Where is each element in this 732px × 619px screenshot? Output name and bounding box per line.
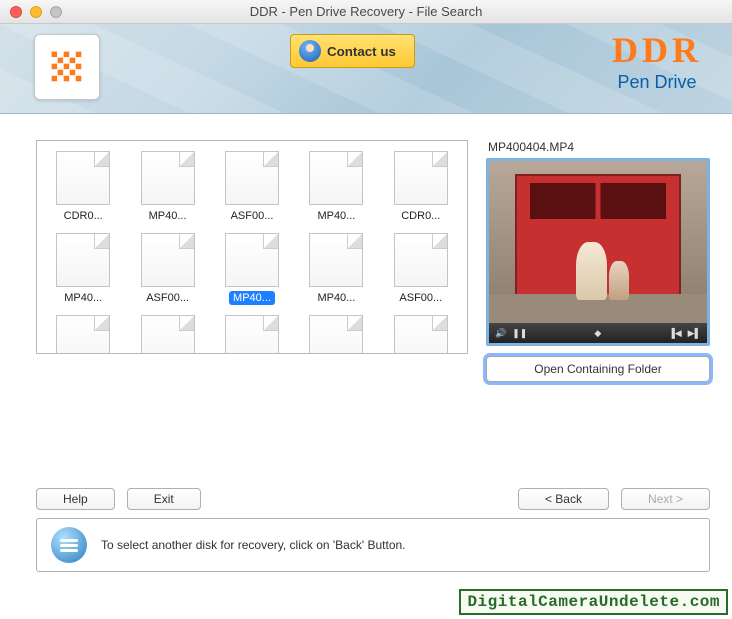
file-label: CDR0... [397, 209, 444, 223]
file-label: ASF00... [142, 291, 193, 305]
file-icon [141, 315, 195, 354]
window-title: DDR - Pen Drive Recovery - File Search [0, 4, 732, 19]
file-results-panel[interactable]: CDR0... MP40... ASF00... MP40... CDR0... MP40… [36, 140, 468, 354]
file-item[interactable]: MP40... [45, 233, 121, 305]
file-label: ASF00... [227, 209, 278, 223]
file-icon [309, 233, 363, 287]
info-panel: To select another disk for recovery, cli… [36, 518, 710, 572]
brand-title: DDR [612, 32, 702, 68]
back-button[interactable]: < Back [518, 488, 609, 510]
video-controls[interactable]: 🔊 ❚❚ ◆ ▐◀ ▶▌ [489, 323, 707, 343]
brand-subtitle: Pen Drive [612, 72, 702, 93]
preview-panel: MP400404.MP4 🔊 ❚❚ ◆ ▐◀ ▶▌ Open Containing … [486, 140, 710, 382]
file-item[interactable]: CDR0... [383, 151, 459, 223]
titlebar: DDR - Pen Drive Recovery - File Search [0, 0, 732, 24]
file-item[interactable]: MP40... [298, 233, 374, 305]
scrubber-icon[interactable]: ◆ [594, 328, 601, 339]
file-icon [309, 315, 363, 354]
preview-filename: MP400404.MP4 [486, 140, 710, 154]
info-text: To select another disk for recovery, cli… [101, 538, 406, 552]
file-item[interactable]: CDR0... [45, 151, 121, 223]
file-icon [141, 233, 195, 287]
file-item[interactable]: MP40... [298, 151, 374, 223]
file-label: MP40... [60, 291, 106, 305]
volume-icon[interactable]: 🔊 [495, 328, 506, 339]
file-icon [56, 233, 110, 287]
file-icon [225, 151, 279, 205]
file-label: MP40... [313, 209, 359, 223]
file-label: MP40... [145, 209, 191, 223]
file-label: MP40... [229, 291, 275, 305]
pause-icon[interactable]: ❚❚ [512, 328, 527, 339]
file-item[interactable] [129, 315, 205, 354]
open-containing-folder-button[interactable]: Open Containing Folder [486, 356, 710, 382]
file-item[interactable]: ASF00... [383, 233, 459, 305]
contact-us-button[interactable]: Contact us [290, 34, 415, 68]
file-label: CDR0... [60, 209, 107, 223]
file-icon [141, 151, 195, 205]
file-item[interactable]: MP40... [214, 233, 290, 305]
file-icon [394, 315, 448, 354]
prev-icon[interactable]: ▐◀ [668, 328, 681, 339]
exit-button[interactable]: Exit [127, 488, 201, 510]
contact-label: Contact us [327, 44, 396, 59]
person-icon [299, 40, 321, 62]
file-item[interactable]: ASF00... [129, 233, 205, 305]
brand-block: DDR Pen Drive [612, 32, 702, 93]
app-logo[interactable] [34, 34, 100, 100]
file-icon [394, 151, 448, 205]
logo-icon [45, 45, 89, 89]
file-icon [225, 233, 279, 287]
file-item[interactable] [45, 315, 121, 354]
file-label: MP40... [313, 291, 359, 305]
file-item[interactable] [383, 315, 459, 354]
file-item[interactable] [298, 315, 374, 354]
watermark: DigitalCameraUndelete.com [459, 589, 728, 615]
file-label: ASF00... [395, 291, 446, 305]
info-icon [51, 527, 87, 563]
help-button[interactable]: Help [36, 488, 115, 510]
file-item[interactable]: MP40... [129, 151, 205, 223]
file-icon [394, 233, 448, 287]
header-banner: Contact us DDR Pen Drive [0, 24, 732, 114]
next-button: Next > [621, 488, 710, 510]
file-item[interactable] [214, 315, 290, 354]
file-icon [56, 315, 110, 354]
preview-frame [489, 161, 707, 323]
next-icon[interactable]: ▶▌ [688, 328, 701, 339]
file-icon [56, 151, 110, 205]
file-item[interactable]: ASF00... [214, 151, 290, 223]
file-icon [225, 315, 279, 354]
video-preview[interactable]: 🔊 ❚❚ ◆ ▐◀ ▶▌ [486, 158, 710, 346]
file-icon [309, 151, 363, 205]
